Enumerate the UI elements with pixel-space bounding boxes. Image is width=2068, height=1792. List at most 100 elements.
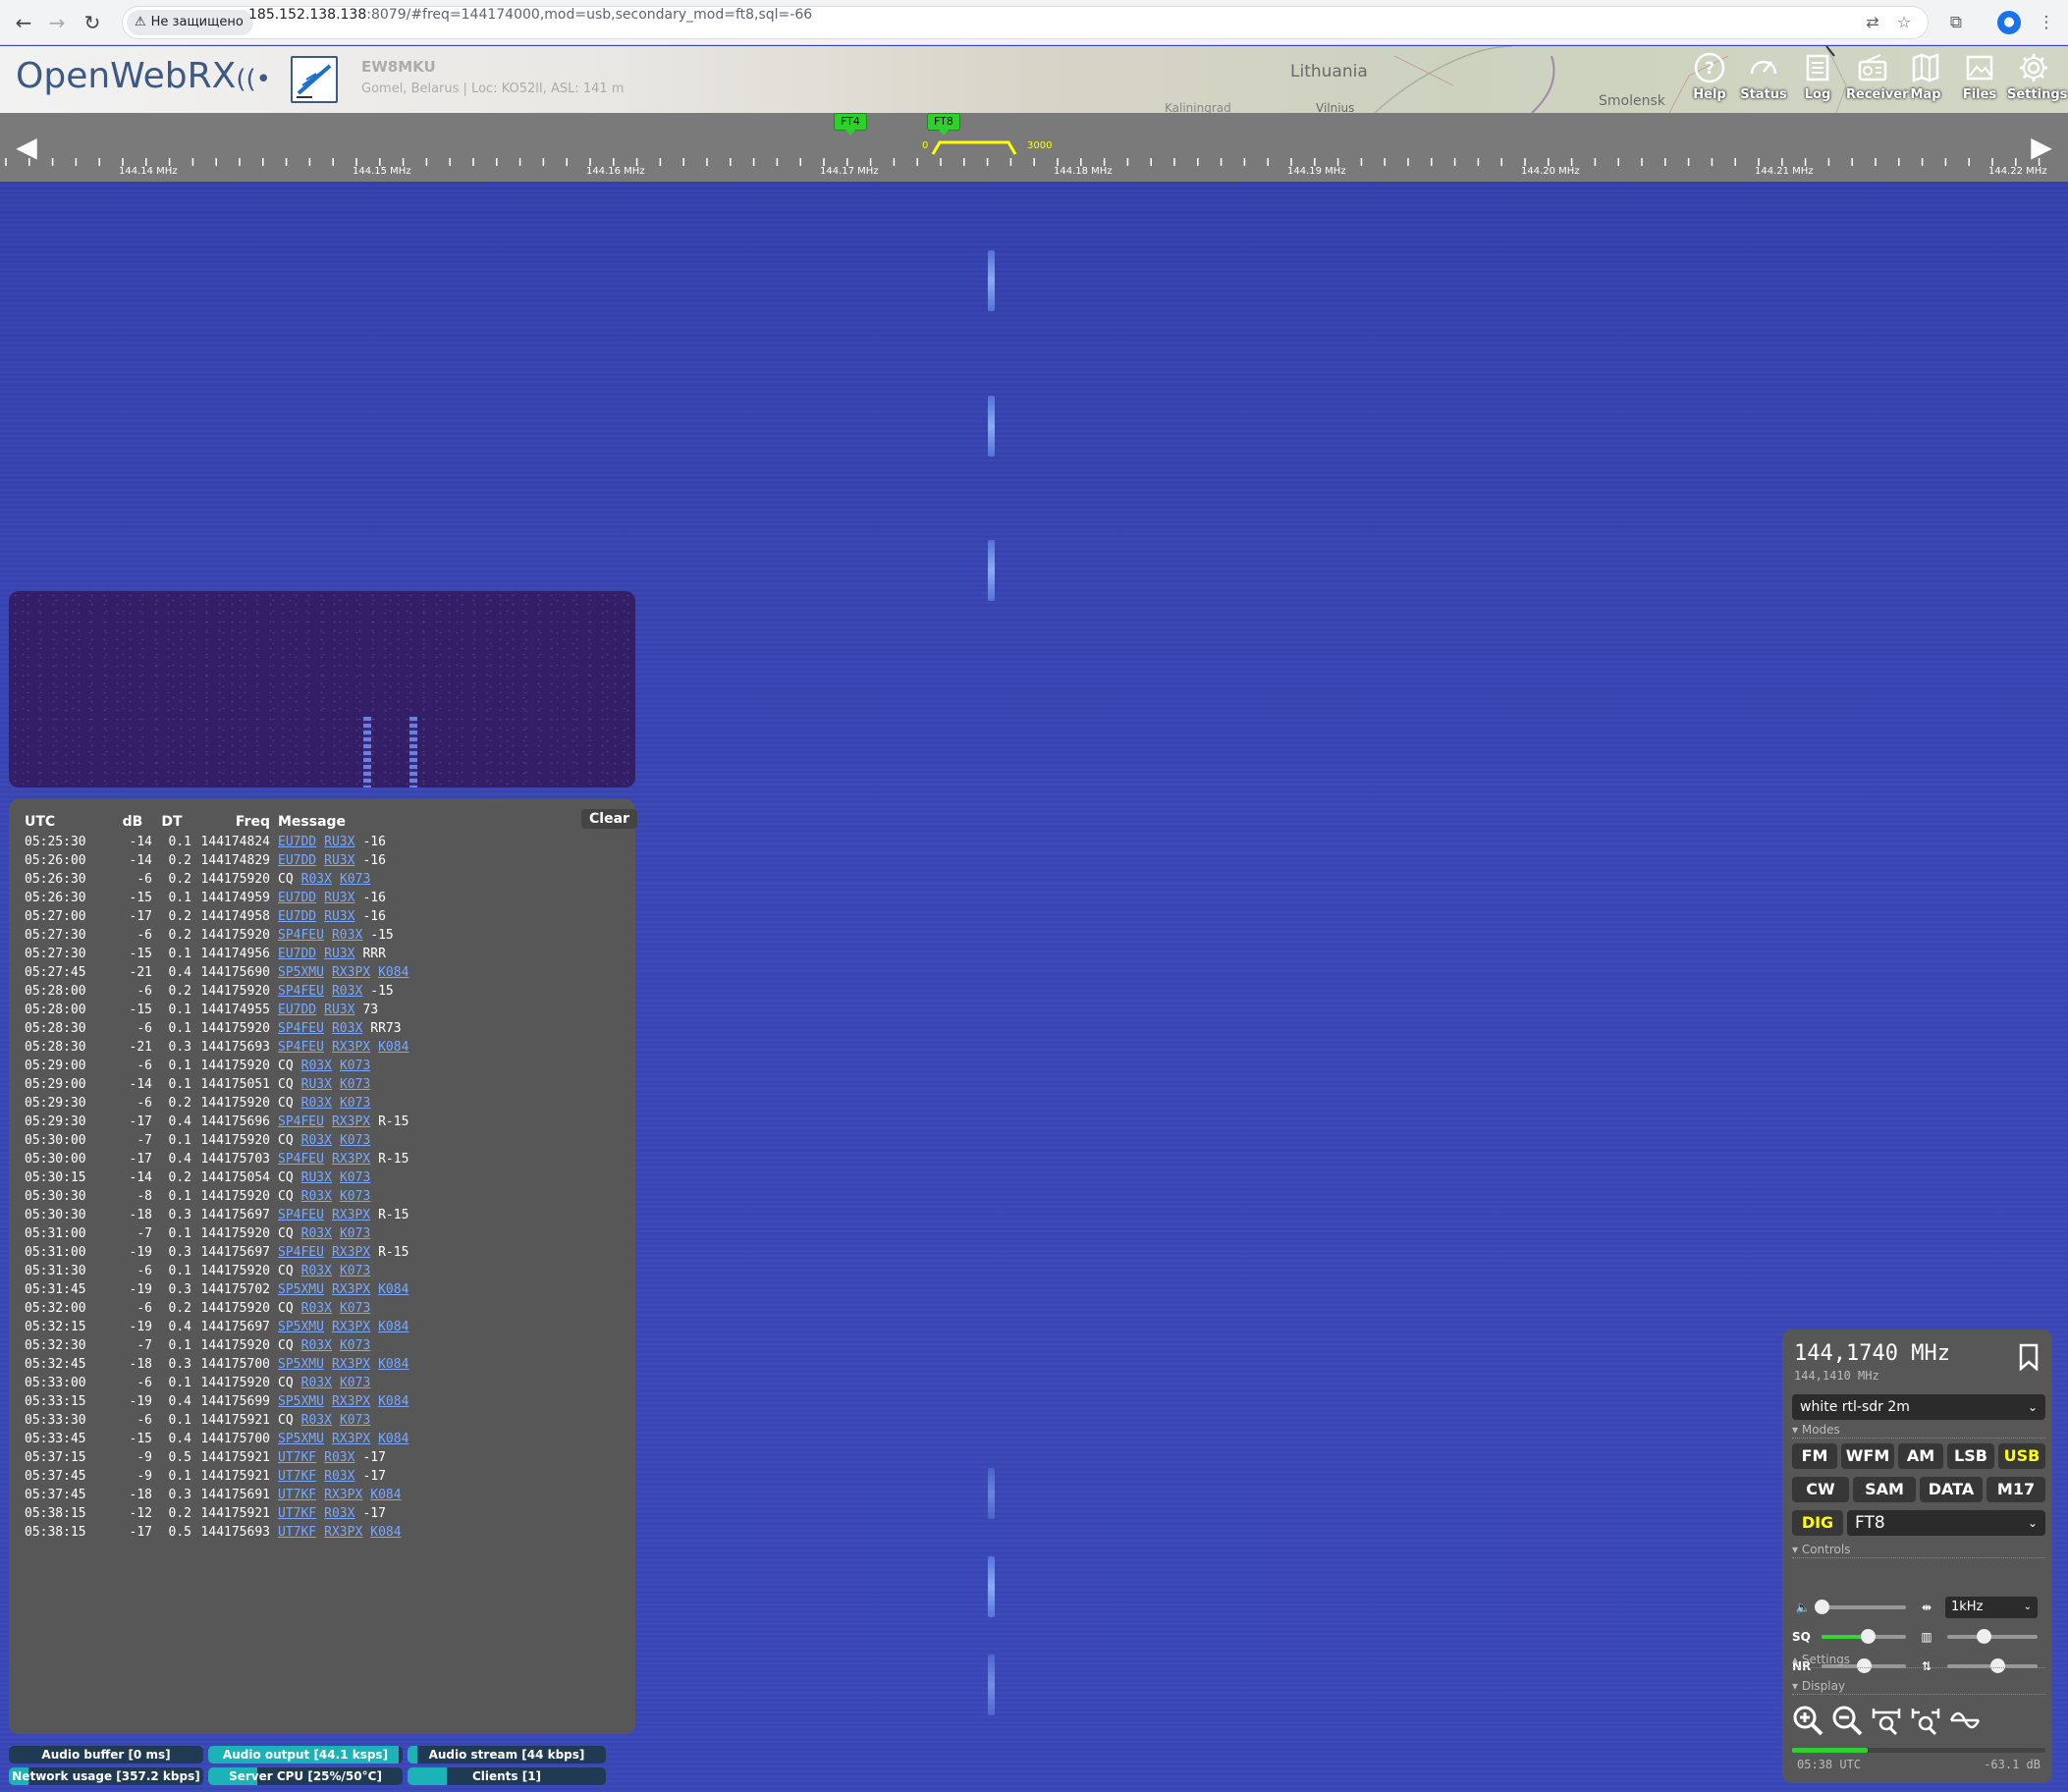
callsign-link[interactable]: SP5XMU — [278, 1320, 324, 1334]
modes-section-toggle[interactable]: ▾ Modes — [1792, 1424, 2045, 1439]
callsign-link[interactable]: EU7DD — [278, 891, 316, 905]
url-text[interactable]: 185.152.138.138:8079/#freq=144174000,mod… — [248, 7, 812, 23]
bookmark-ft4[interactable]: FT4 — [834, 113, 867, 136]
callsign-link[interactable]: K073 — [340, 1226, 370, 1241]
callsign-link[interactable]: SP5XMU — [278, 1282, 324, 1297]
callsign-link[interactable]: R03X — [332, 1021, 362, 1036]
callsign-link[interactable]: K084 — [378, 1394, 408, 1409]
zoom-in-icon[interactable] — [1792, 1705, 1823, 1736]
translate-icon[interactable]: ⇄ — [1861, 11, 1884, 34]
status-button[interactable]: Status — [1737, 52, 1790, 102]
callsign-link[interactable]: R03X — [301, 1264, 332, 1278]
receiver-button[interactable]: Receiver — [1846, 52, 1909, 102]
callsign-link[interactable]: RX3PX — [332, 1394, 370, 1409]
mode-m17-button[interactable]: M17 — [1986, 1477, 2045, 1502]
volume-icon[interactable]: 🔈 — [1794, 1599, 1812, 1616]
clear-button[interactable]: Clear — [581, 809, 637, 829]
back-icon[interactable]: ← — [10, 9, 37, 36]
extensions-icon[interactable]: ⧉ — [1942, 9, 1970, 36]
settings-button[interactable]: Settings — [2007, 52, 2067, 102]
security-chip[interactable]: ⚠ Не защищено — [127, 10, 253, 35]
volume-slider[interactable] — [1815, 1600, 1906, 1614]
squelch-slider[interactable] — [1822, 1629, 1906, 1644]
callsign-link[interactable]: RX3PX — [332, 1282, 370, 1297]
callsign-link[interactable]: K073 — [340, 1096, 370, 1111]
passband-indicator[interactable] — [931, 140, 1017, 155]
callsign-link[interactable]: EU7DD — [278, 853, 316, 868]
auto-adjust-waterfall-icon[interactable] — [1949, 1705, 1981, 1736]
callsign-link[interactable]: SP4FEU — [278, 1152, 324, 1167]
callsign-link[interactable]: K073 — [340, 872, 370, 887]
callsign-link[interactable]: RX3PX — [324, 1488, 362, 1502]
callsign-link[interactable]: K073 — [340, 1301, 370, 1316]
callsign-link[interactable]: EU7DD — [278, 835, 316, 849]
callsign-link[interactable]: R03X — [301, 1413, 332, 1428]
callsign-link[interactable]: R03X — [301, 872, 332, 887]
scroll-left-icon[interactable]: ◀ — [12, 133, 41, 162]
callsign-link[interactable]: UT7KF — [278, 1506, 316, 1521]
callsign-link[interactable]: RU3X — [324, 947, 354, 961]
callsign-link[interactable]: SP4FEU — [278, 1114, 324, 1129]
bookmark-icon[interactable] — [2018, 1343, 2040, 1371]
callsign-link[interactable]: SP5XMU — [278, 1357, 324, 1372]
callsign-link[interactable]: K084 — [378, 965, 408, 980]
map-button[interactable]: Map — [1899, 52, 1952, 102]
star-icon[interactable]: ☆ — [1892, 11, 1916, 34]
files-button[interactable]: Files — [1953, 52, 2006, 102]
callsign-link[interactable]: RU3X — [324, 891, 354, 905]
callsign-link[interactable]: K073 — [340, 1059, 370, 1073]
callsign-link[interactable]: UT7KF — [278, 1450, 316, 1465]
mode-fm-button[interactable]: FM — [1792, 1443, 1837, 1469]
callsign-link[interactable]: RU3X — [301, 1077, 332, 1092]
callsign-link[interactable]: RX3PX — [332, 1040, 370, 1055]
callsign-link[interactable]: RX3PX — [332, 1208, 370, 1222]
gain-icon[interactable]: ▥ — [1918, 1628, 1935, 1646]
settings-section-toggle[interactable]: ▴ Settings — [1792, 1654, 2045, 1668]
callsign-link[interactable]: RX3PX — [324, 1525, 362, 1540]
zoom-out-icon[interactable] — [1831, 1705, 1863, 1736]
zoom-to-band-icon[interactable] — [1871, 1705, 1902, 1736]
bandwidth-icon[interactable]: ⇹ — [1918, 1599, 1935, 1616]
profile-select[interactable]: white rtl-sdr 2m ⌄ — [1792, 1394, 2045, 1420]
callsign-link[interactable]: K073 — [340, 1338, 370, 1353]
tuned-frequency[interactable]: 144,1740 MHz — [1794, 1341, 1950, 1366]
callsign-link[interactable]: SP4FEU — [278, 1021, 324, 1036]
station-avatar[interactable] — [291, 56, 338, 103]
callsign-link[interactable]: RU3X — [324, 1003, 354, 1017]
scroll-right-icon[interactable]: ▶ — [2027, 133, 2056, 162]
tuning-step-select[interactable]: 1kHz ⌄ — [1945, 1597, 2038, 1618]
mode-cw-button[interactable]: CW — [1792, 1477, 1849, 1502]
log-button[interactable]: Log — [1791, 52, 1844, 102]
digital-mode-select[interactable]: FT8 ⌄ — [1847, 1510, 2045, 1536]
callsign-link[interactable]: K073 — [340, 1376, 370, 1390]
callsign-link[interactable]: RX3PX — [332, 1152, 370, 1167]
callsign-link[interactable]: R03X — [301, 1189, 332, 1204]
gain-slider[interactable] — [1947, 1629, 2038, 1644]
callsign-link[interactable]: RX3PX — [332, 1114, 370, 1129]
mode-am-button[interactable]: AM — [1898, 1443, 1943, 1469]
zoom-reset-icon[interactable] — [1910, 1705, 1941, 1736]
callsign-link[interactable]: R03X — [324, 1450, 354, 1465]
forward-icon[interactable]: → — [43, 9, 71, 36]
mode-usb-button[interactable]: USB — [1998, 1443, 2045, 1469]
callsign-link[interactable]: R03X — [301, 1338, 332, 1353]
callsign-link[interactable]: UT7KF — [278, 1469, 316, 1484]
help-button[interactable]: ? Help — [1683, 52, 1736, 102]
callsign-link[interactable]: K073 — [340, 1133, 370, 1148]
controls-section-toggle[interactable]: ▾ Controls — [1792, 1544, 2045, 1558]
callsign-link[interactable]: RU3X — [324, 853, 354, 868]
menu-icon[interactable]: ⋮ — [2033, 9, 2060, 36]
frequency-scale[interactable]: ◀ ▶ FT4 FT8 0 3000 144.14 MHz 144.15 MHz… — [0, 113, 2068, 182]
callsign-link[interactable]: RX3PX — [332, 965, 370, 980]
callsign-link[interactable]: K084 — [370, 1488, 401, 1502]
callsign-link[interactable]: R03X — [332, 984, 362, 999]
callsign-link[interactable]: R03X — [301, 1376, 332, 1390]
callsign-link[interactable]: RU3X — [324, 909, 354, 924]
callsign-link[interactable]: R03X — [301, 1133, 332, 1148]
callsign-link[interactable]: K084 — [378, 1432, 408, 1446]
callsign-link[interactable]: EU7DD — [278, 909, 316, 924]
callsign-link[interactable]: RU3X — [301, 1170, 332, 1185]
callsign-link[interactable]: UT7KF — [278, 1488, 316, 1502]
callsign-link[interactable]: K084 — [378, 1282, 408, 1297]
callsign-link[interactable]: RX3PX — [332, 1320, 370, 1334]
